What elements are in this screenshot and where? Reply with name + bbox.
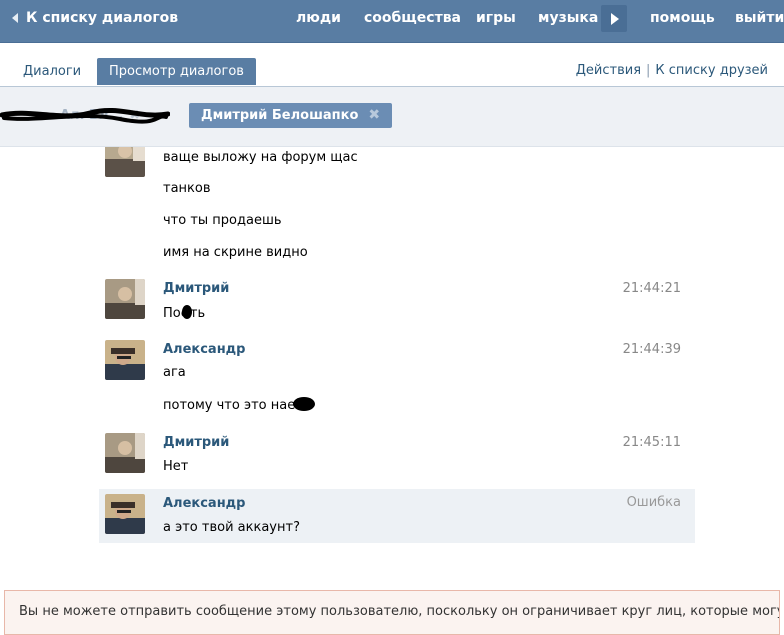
- tab-dialogs[interactable]: Диалоги: [11, 58, 93, 85]
- links-separator: |: [646, 63, 651, 78]
- message-time: 21:45:11: [622, 435, 681, 450]
- avatar[interactable]: [105, 494, 145, 534]
- dialog-chips-row: Ал. Бл... ✖ Дмитрий Белошапко ✖: [0, 87, 784, 147]
- player-play-button[interactable]: [601, 5, 627, 32]
- avatar[interactable]: [105, 147, 145, 177]
- close-icon[interactable]: ✖: [368, 103, 380, 128]
- message-group: ваще выложу на форум щас танков что ты п…: [99, 147, 695, 267]
- tab-view-dialogs[interactable]: Просмотр диалогов: [97, 58, 256, 85]
- message-text: что ты продаешь: [163, 213, 282, 228]
- message-text: потому что это нае: [163, 397, 316, 413]
- message-author[interactable]: Дмитрий: [163, 435, 229, 450]
- message-text-part: потому что это нае: [163, 398, 296, 413]
- active-dialog-chip-label: Дмитрий Белошапко: [201, 108, 359, 123]
- redaction-blot: [293, 397, 316, 411]
- message-text: Нет: [163, 459, 189, 474]
- tab-links: Действия | К списку друзей: [576, 63, 768, 78]
- nav-help[interactable]: помощь: [650, 9, 715, 27]
- nav-people[interactable]: люди: [296, 9, 341, 27]
- redaction-scribble: [0, 108, 170, 124]
- message-text: танков: [163, 181, 211, 196]
- message-history[interactable]: ваще выложу на форум щас танков что ты п…: [0, 147, 784, 587]
- message-text-part: ть: [189, 306, 206, 321]
- message-text: а это твой аккаунт?: [163, 520, 300, 535]
- message-author[interactable]: Александр: [163, 496, 246, 511]
- avatar[interactable]: [105, 340, 145, 380]
- message-group: Дмитрий 21:44:21 Пос ть: [99, 275, 695, 331]
- back-to-dialogs-link[interactable]: К списку диалогов: [12, 9, 178, 27]
- message-text: ага: [163, 365, 186, 380]
- message-text: имя на скрине видно: [163, 245, 308, 260]
- message-group-failed[interactable]: Александр Ошибка а это твой аккаунт?: [99, 489, 695, 543]
- message-group: Александр 21:44:39 ага потому что это на…: [99, 336, 695, 426]
- send-error-notice: Вы не можете отправить сообщение этому п…: [4, 590, 780, 635]
- message-time: 21:44:39: [622, 342, 681, 357]
- back-label: К списку диалогов: [26, 10, 179, 26]
- message-text: ваще выложу на форум щас: [163, 150, 358, 165]
- message-author[interactable]: Дмитрий: [163, 281, 229, 296]
- tabs-row: Диалоги Просмотр диалогов Действия | К спи…: [0, 43, 784, 87]
- error-text: Вы не можете отправить сообщение этому п…: [19, 604, 780, 619]
- avatar[interactable]: [105, 279, 145, 319]
- actions-link[interactable]: Действия: [576, 63, 641, 78]
- top-navigation-bar: К списку диалогов люди сообщества игры м…: [0, 0, 784, 43]
- message-time: 21:44:21: [622, 281, 681, 296]
- nav-logout[interactable]: выйти: [735, 9, 784, 27]
- play-icon: [611, 13, 619, 25]
- message-author[interactable]: Александр: [163, 342, 246, 357]
- message-text: Пос ть: [163, 305, 205, 321]
- nav-games[interactable]: игры: [476, 9, 516, 27]
- nav-communities[interactable]: сообщества: [364, 9, 461, 27]
- message-group: Дмитрий 21:45:11 Нет: [99, 429, 695, 481]
- active-dialog-chip[interactable]: Дмитрий Белошапко ✖: [189, 103, 393, 128]
- avatar[interactable]: [105, 433, 145, 473]
- to-friends-link[interactable]: К списку друзей: [655, 63, 768, 78]
- message-error-status: Ошибка: [626, 495, 681, 510]
- nav-music[interactable]: музыка: [538, 9, 598, 27]
- back-arrow-icon: [12, 13, 18, 23]
